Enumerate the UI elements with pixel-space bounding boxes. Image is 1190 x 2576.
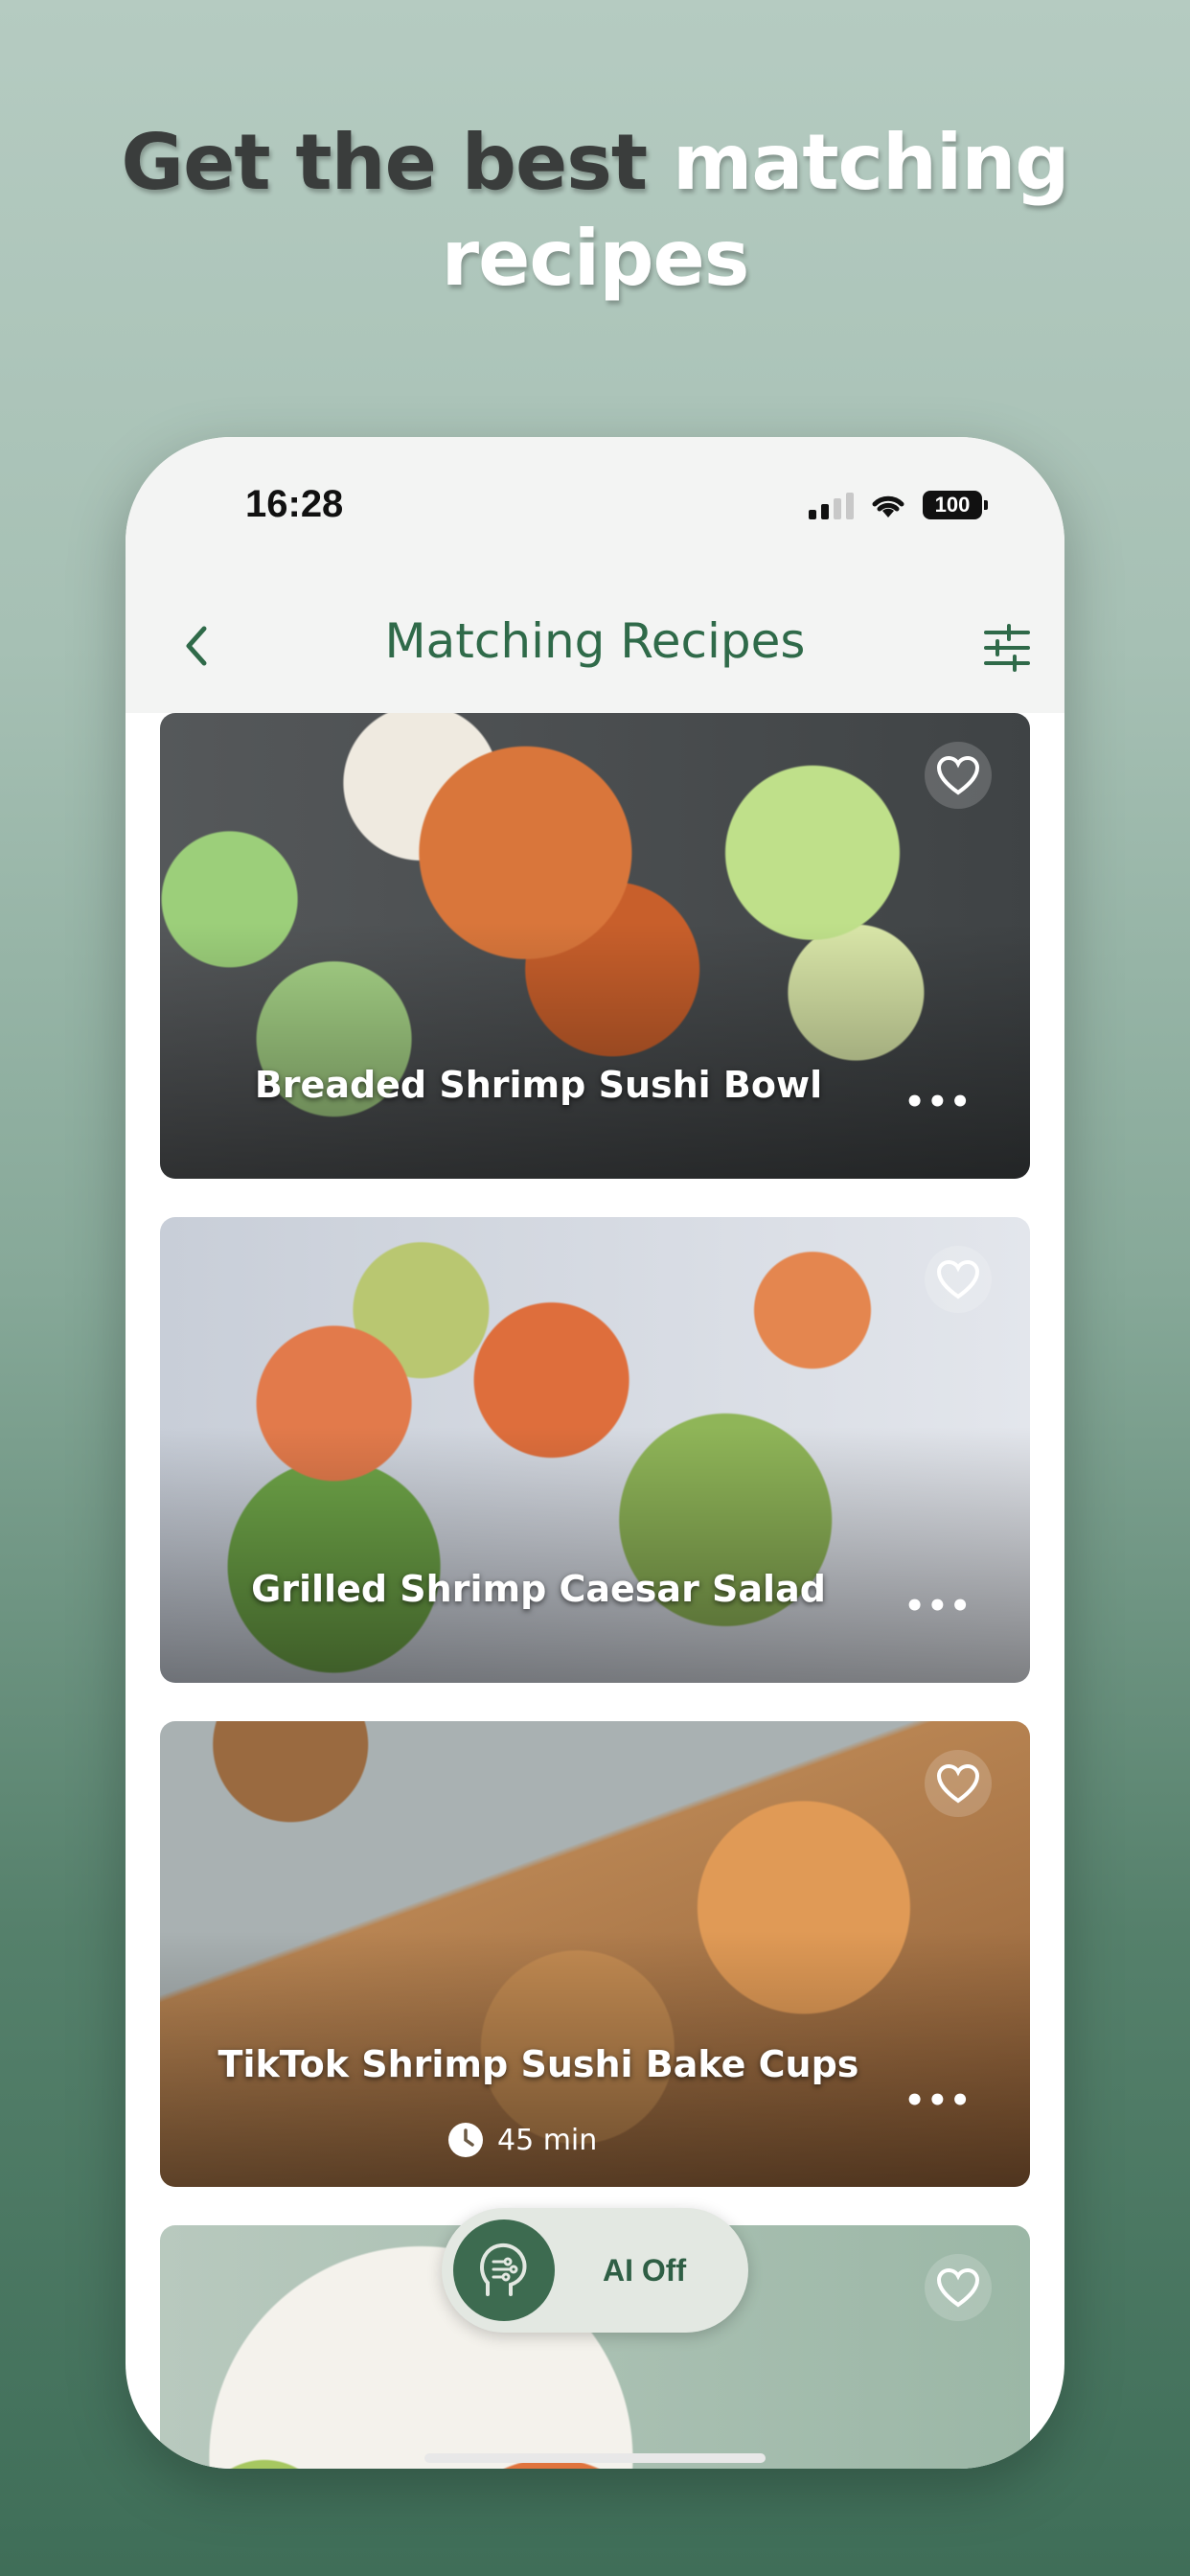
ai-toggle-label: AI Off <box>603 2252 687 2288</box>
header-area: 16:28 100 Matching Recipes <box>126 437 1064 713</box>
battery-icon: 100 <box>923 491 988 519</box>
wifi-icon <box>872 495 904 518</box>
headline-part-light: matching <box>672 118 1070 207</box>
recipe-title: Grilled Shrimp Caesar Salad <box>251 1568 826 1610</box>
more-options-icon[interactable]: ••• <box>904 1083 973 1121</box>
cellular-signal-icon <box>809 491 854 519</box>
clock-icon <box>448 2123 483 2157</box>
favorite-heart-icon[interactable] <box>925 742 992 809</box>
headline-line-2: recipes <box>441 214 750 303</box>
more-options-icon[interactable]: ••• <box>904 2082 973 2120</box>
headline: Get the best matching recipes <box>0 115 1190 307</box>
more-options-icon[interactable]: ••• <box>904 1587 973 1625</box>
status-time: 16:28 <box>245 483 344 525</box>
favorite-heart-icon[interactable] <box>925 1750 992 1817</box>
recipe-title: TikTok Shrimp Sushi Bake Cups <box>217 2043 859 2085</box>
recipe-card[interactable]: Breaded Shrimp Sushi Bowl ••• <box>160 713 1030 1179</box>
recipe-card[interactable]: TikTok Shrimp Sushi Bake Cups 45 min ••• <box>160 1721 1030 2187</box>
ai-head-icon <box>453 2220 555 2321</box>
headline-part-dark: Get the best <box>121 118 648 207</box>
home-indicator <box>424 2453 766 2463</box>
phone-frame: 16:28 100 Matching Recipes Breaded Shrim… <box>126 437 1064 2469</box>
recipe-card[interactable]: Grilled Shrimp Caesar Salad ••• <box>160 1217 1030 1683</box>
cook-time-label: 45 min <box>497 2123 598 2157</box>
filter-sliders-icon[interactable] <box>980 621 1034 675</box>
ai-toggle-button[interactable]: AI Off <box>442 2208 748 2333</box>
favorite-heart-icon[interactable] <box>925 1246 992 1313</box>
recipe-title: Breaded Shrimp Sushi Bowl <box>254 1064 823 1106</box>
cook-time: 45 min <box>447 2122 597 2158</box>
favorite-heart-icon[interactable] <box>925 2254 992 2321</box>
status-icons: 100 <box>809 491 988 519</box>
page-title: Matching Recipes <box>384 613 806 669</box>
